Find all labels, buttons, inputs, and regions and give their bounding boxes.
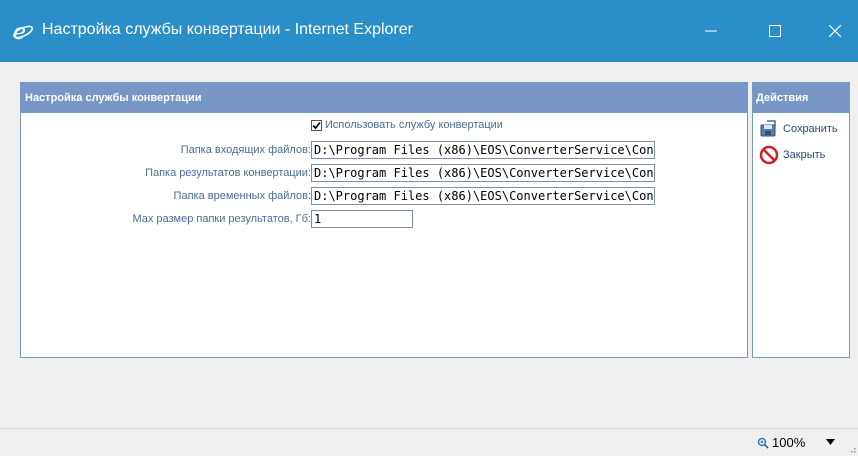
temp-folder-input[interactable]: D:\Program Files (x86)\EOS\ConverterServ…: [311, 187, 655, 205]
max-size-row: Max размер папки результатов, Гб:: [21, 210, 311, 228]
settings-panel-header: Настройка службы конвертации: [21, 83, 747, 113]
use-converter-checkbox-row[interactable]: Использовать службу конвертации: [311, 117, 503, 133]
zoom-control[interactable]: 100%: [757, 435, 805, 450]
checkmark-icon: [312, 121, 321, 129]
max-size-label: Max размер папки результатов, Гб:: [132, 213, 311, 225]
results-folder-label: Папка результатов конвертации:: [145, 167, 311, 179]
status-bar: 100%: [0, 428, 858, 456]
actions-panel: Действия Сохранить Закрыть: [752, 82, 850, 358]
page-content: Настройка службы конвертации Использоват…: [8, 62, 858, 428]
close-circle-icon: [759, 145, 779, 165]
results-folder-input[interactable]: D:\Program Files (x86)\EOS\ConverterServ…: [311, 164, 655, 182]
minimize-button[interactable]: [688, 0, 734, 62]
close-button[interactable]: Закрыть: [759, 145, 825, 165]
max-size-input[interactable]: 1: [311, 210, 413, 228]
save-icon: [760, 120, 776, 137]
settings-panel: Настройка службы конвертации Использоват…: [20, 82, 748, 358]
save-button[interactable]: Сохранить: [759, 119, 838, 139]
zoom-icon: [757, 437, 769, 449]
use-converter-checkbox[interactable]: [311, 119, 322, 131]
chevron-down-icon[interactable]: [826, 439, 835, 445]
minimize-icon: [705, 30, 717, 32]
zoom-level: 100%: [772, 435, 806, 450]
close-icon: [829, 25, 841, 37]
svg-text:e: e: [13, 20, 26, 42]
incoming-folder-row: Папка входящих файлов:: [21, 141, 311, 159]
use-converter-label: Использовать службу конвертации: [325, 119, 503, 131]
results-folder-row: Папка результатов конвертации:: [21, 164, 311, 182]
maximize-button[interactable]: [752, 0, 798, 62]
incoming-folder-label: Папка входящих файлов:: [180, 144, 311, 156]
incoming-folder-input[interactable]: D:\Program Files (x86)\EOS\ConverterServ…: [311, 141, 655, 159]
resize-grip-icon[interactable]: [848, 446, 856, 454]
actions-panel-header: Действия: [753, 83, 849, 113]
browser-window: e Настройка службы конвертации - Interne…: [0, 0, 858, 456]
window-title: Настройка службы конвертации - Internet …: [42, 21, 413, 38]
close-window-button[interactable]: [812, 0, 858, 62]
maximize-icon: [769, 25, 781, 37]
temp-folder-label: Папка временных файлов:: [173, 190, 311, 202]
save-label: Сохранить: [783, 123, 838, 135]
close-label: Закрыть: [783, 149, 826, 161]
temp-folder-row: Папка временных файлов:: [21, 187, 311, 205]
internet-explorer-icon: e: [13, 20, 33, 42]
title-bar: e Настройка службы конвертации - Interne…: [0, 0, 858, 62]
